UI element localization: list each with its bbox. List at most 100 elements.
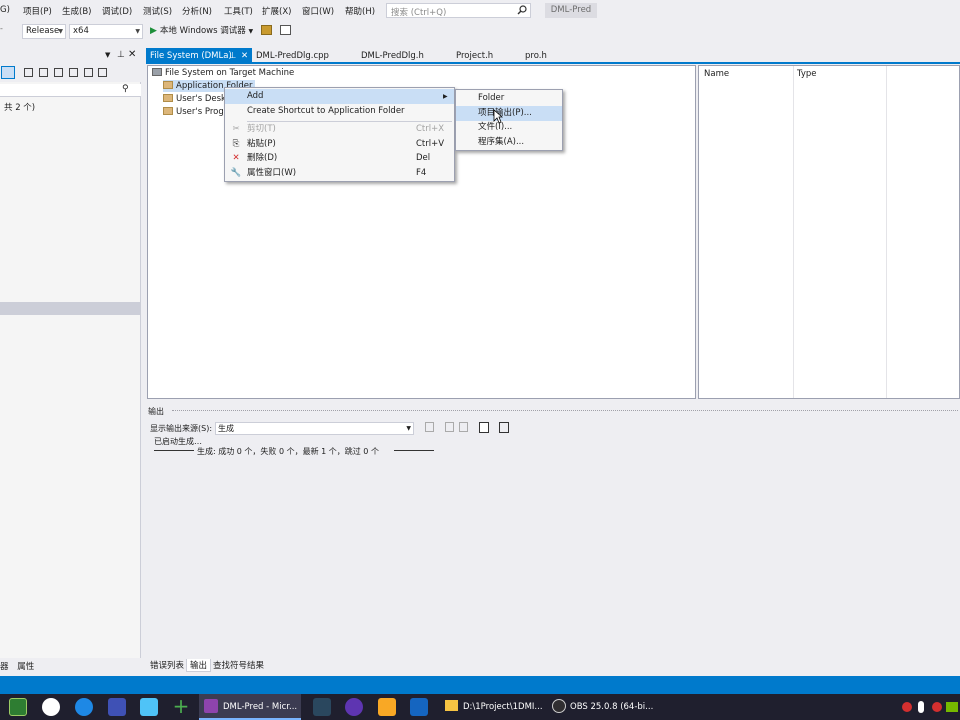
- tab-file-system[interactable]: File System (DMLa) ⊥ ✕: [146, 48, 252, 64]
- menu-project[interactable]: 项目(P): [23, 5, 52, 17]
- menu-help[interactable]: 帮助(H): [345, 5, 375, 17]
- pin-icon[interactable]: ⊥: [117, 50, 125, 60]
- column-name[interactable]: Name: [704, 69, 729, 79]
- panel-grip[interactable]: [172, 410, 958, 412]
- tab-find-symbol-results[interactable]: 查找符号结果: [210, 659, 267, 671]
- mouse-cursor-icon: [493, 109, 503, 124]
- solution-explorer-toolbar: [0, 64, 141, 82]
- solution-search-input[interactable]: ⚲: [0, 84, 141, 97]
- document-tabs: File System (DMLa) ⊥ ✕ DML-PredDlg.cpp D…: [146, 48, 960, 64]
- submenu-item-assembly[interactable]: 程序集(A)...: [456, 135, 562, 150]
- taskbar-file-explorer[interactable]: D:\1Project\1DMI...: [439, 694, 543, 720]
- app-icon[interactable]: [108, 698, 126, 716]
- tab-output[interactable]: 输出: [186, 659, 212, 672]
- output-text-area[interactable]: 已启动生成… 生成: 成功 0 个，失败 0 个，最新 1 个，跳过 0 个: [146, 437, 960, 656]
- collapse-icon[interactable]: [24, 68, 33, 77]
- clear-all-icon[interactable]: [479, 422, 489, 433]
- folder-icon[interactable]: [261, 25, 272, 35]
- close-icon[interactable]: ✕: [128, 49, 136, 60]
- search-icon[interactable]: [517, 5, 527, 15]
- menu-extensions[interactable]: 扩展(X): [262, 5, 291, 17]
- nvidia-icon[interactable]: [946, 702, 958, 712]
- menu-item-add[interactable]: Add ▶: [225, 89, 454, 104]
- word-wrap-icon[interactable]: [499, 422, 509, 433]
- file-list: Name Type: [698, 65, 960, 399]
- close-icon[interactable]: ✕: [241, 48, 248, 64]
- tray-app-icon[interactable]: [932, 702, 942, 712]
- start-debugging-button[interactable]: ▶ 本地 Windows 调试器 ▼: [150, 24, 253, 39]
- menu-item-properties[interactable]: 🔧 属性窗口(W) F4: [225, 166, 454, 181]
- sync-icon[interactable]: [1, 66, 15, 79]
- properties-icon[interactable]: [69, 68, 78, 77]
- solution-explorer-panel: [0, 48, 141, 658]
- pin-icon[interactable]: ⊥: [229, 48, 236, 64]
- taskbar-visual-studio[interactable]: DML-Pred - Micr...: [199, 694, 301, 720]
- app-icon[interactable]: [345, 698, 363, 716]
- preview-icon[interactable]: [84, 68, 93, 77]
- submenu-item-file[interactable]: 文件(I)...: [456, 120, 562, 135]
- menu-build[interactable]: 生成(B): [62, 5, 91, 17]
- submenu-item-folder[interactable]: Folder: [456, 91, 562, 106]
- paste-icon: ⎘: [232, 139, 240, 149]
- tree-root-label: File System on Target Machine: [165, 68, 295, 78]
- media-player-icon[interactable]: [378, 698, 396, 716]
- next-message-icon[interactable]: [459, 422, 468, 432]
- tab-properties[interactable]: 属性: [17, 662, 34, 672]
- selected-row[interactable]: [0, 302, 141, 315]
- taskbar-obs[interactable]: OBS 25.0.8 (64-bi...: [546, 694, 653, 720]
- output-source-select[interactable]: 生成 ▼: [215, 422, 414, 435]
- menu-item-paste[interactable]: ⎘ 粘贴(P) Ctrl+V: [225, 137, 454, 152]
- tab-pro-h[interactable]: pro.h: [521, 48, 551, 64]
- tab-project-h[interactable]: Project.h: [452, 48, 497, 64]
- chevron-right-icon: ▶: [443, 93, 448, 100]
- tree-root[interactable]: File System on Target Machine: [152, 67, 294, 79]
- menu-window[interactable]: 窗口(W): [302, 5, 334, 17]
- tray-app-icon[interactable]: [902, 702, 912, 712]
- tree-item-users-desktop[interactable]: User's Desk: [163, 93, 226, 105]
- search-icon[interactable]: ⚲: [122, 84, 129, 94]
- bottom-panel-tabs: 错误列表 输出 查找符号结果: [146, 658, 960, 672]
- find-message-icon[interactable]: [425, 422, 434, 432]
- column-type[interactable]: Type: [797, 69, 817, 79]
- platform-select[interactable]: x64 ▼: [69, 24, 143, 39]
- folder-icon: [163, 81, 173, 89]
- qq-icon[interactable]: [42, 698, 60, 716]
- screenshot-icon[interactable]: [280, 25, 291, 35]
- configuration-select[interactable]: Release ▼: [22, 24, 66, 39]
- plus-icon[interactable]: +: [172, 696, 190, 716]
- context-menu: Add ▶ Create Shortcut to Application Fol…: [224, 87, 455, 182]
- terminal-icon[interactable]: [9, 698, 27, 716]
- settings-icon[interactable]: [98, 68, 107, 77]
- tab-dml-preddlg-h[interactable]: DML-PredDlg.h: [357, 48, 428, 64]
- tree-item-users-programs[interactable]: User's Progr: [163, 106, 227, 118]
- show-all-icon[interactable]: [39, 68, 48, 77]
- search-input[interactable]: 搜索 (Ctrl+Q): [386, 3, 531, 18]
- menu-item-create-shortcut[interactable]: Create Shortcut to Application Folder: [225, 104, 454, 119]
- tab-dml-preddlg-cpp[interactable]: DML-PredDlg.cpp: [252, 48, 333, 64]
- tree-item-label: User's Progr: [176, 107, 228, 117]
- menu-item-cut[interactable]: ✂ 剪切(T) Ctrl+X: [225, 122, 454, 137]
- menu-tools[interactable]: 工具(T): [224, 5, 253, 17]
- refresh-icon[interactable]: [54, 68, 63, 77]
- platform-value: x64: [73, 26, 89, 36]
- menu-debug[interactable]: 调试(D): [102, 5, 132, 17]
- submenu-item-project-output[interactable]: 项目输出(P)...: [456, 106, 562, 121]
- output-line: 生成: 成功 0 个，失败 0 个，最新 1 个，跳过 0 个: [197, 447, 379, 456]
- previous-message-icon[interactable]: [445, 422, 454, 432]
- chevron-down-icon: ▼: [248, 28, 254, 35]
- menu-item-delete[interactable]: ✕ 删除(D) Del: [225, 151, 454, 166]
- chevron-down-icon[interactable]: ▼: [105, 51, 110, 59]
- steam-icon[interactable]: [313, 698, 331, 716]
- menu-analyze[interactable]: 分析(N): [182, 5, 212, 17]
- microphone-icon[interactable]: [918, 701, 924, 713]
- edge-icon[interactable]: [75, 698, 93, 716]
- app-icon[interactable]: [140, 698, 158, 716]
- toolbar-overflow-icon[interactable]: -: [0, 24, 3, 33]
- run-label: 本地 Windows 调试器: [159, 26, 246, 36]
- menu-git[interactable]: G): [0, 5, 10, 15]
- app-icon[interactable]: [410, 698, 428, 716]
- menu-test[interactable]: 测试(S): [143, 5, 172, 17]
- tab-solution-explorer[interactable]: 器: [0, 662, 9, 672]
- tab-error-list[interactable]: 错误列表: [147, 659, 187, 671]
- search-placeholder: 搜索 (Ctrl+Q): [391, 8, 447, 18]
